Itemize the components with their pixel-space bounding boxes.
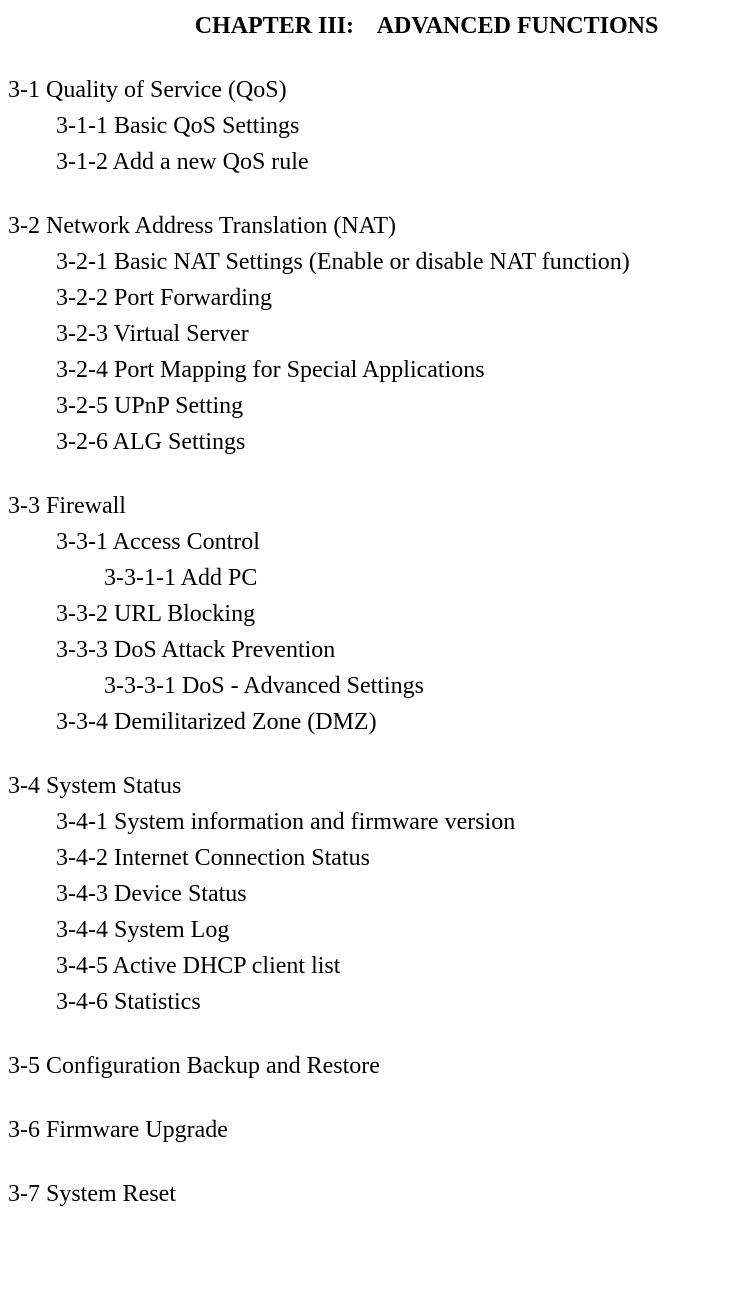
toc-entry: 3-2-1 Basic NAT Settings (Enable or disa… — [8, 244, 745, 280]
section-heading: 3-4 System Status — [8, 768, 745, 804]
section-3-6: 3-6 Firmware Upgrade — [8, 1112, 745, 1148]
toc-entry: 3-2-6 ALG Settings — [8, 424, 745, 460]
toc-entry: 3-4-2 Internet Connection Status — [8, 840, 745, 876]
toc-entry: 3-4-5 Active DHCP client list — [8, 948, 745, 984]
toc-entry: 3-4-3 Device Status — [8, 876, 745, 912]
section-heading: 3-1 Quality of Service (QoS) — [8, 72, 745, 108]
section-heading: 3-2 Network Address Translation (NAT) — [8, 208, 745, 244]
section-3-3: 3-3 Firewall 3-3-1 Access Control 3-3-1-… — [8, 488, 745, 740]
toc-entry: 3-1-2 Add a new QoS rule — [8, 144, 745, 180]
section-3-2: 3-2 Network Address Translation (NAT) 3-… — [8, 208, 745, 460]
toc-entry: 3-2-2 Port Forwarding — [8, 280, 745, 316]
toc-entry: 3-4-4 System Log — [8, 912, 745, 948]
toc-entry: 3-3-4 Demilitarized Zone (DMZ) — [8, 704, 745, 740]
toc-entry: 3-3-2 URL Blocking — [8, 596, 745, 632]
toc-entry: 3-2-5 UPnP Setting — [8, 388, 745, 424]
section-3-5: 3-5 Configuration Backup and Restore — [8, 1048, 745, 1084]
toc-entry: 3-2-4 Port Mapping for Special Applicati… — [8, 352, 745, 388]
section-heading: 3-6 Firmware Upgrade — [8, 1112, 745, 1148]
toc-entry: 3-4-1 System information and firmware ve… — [8, 804, 745, 840]
toc-entry: 3-3-3 DoS Attack Prevention — [8, 632, 745, 668]
toc-entry: 3-4-6 Statistics — [8, 984, 745, 1020]
chapter-title: CHAPTER III: ADVANCED FUNCTIONS — [8, 8, 745, 44]
section-heading: 3-5 Configuration Backup and Restore — [8, 1048, 745, 1084]
section-3-1: 3-1 Quality of Service (QoS) 3-1-1 Basic… — [8, 72, 745, 180]
toc-entry: 3-2-3 Virtual Server — [8, 316, 745, 352]
section-heading: 3-7 System Reset — [8, 1176, 745, 1212]
section-heading: 3-3 Firewall — [8, 488, 745, 524]
toc-entry: 3-1-1 Basic QoS Settings — [8, 108, 745, 144]
toc-entry: 3-3-3-1 DoS - Advanced Settings — [8, 668, 745, 704]
section-3-4: 3-4 System Status 3-4-1 System informati… — [8, 768, 745, 1020]
section-3-7: 3-7 System Reset — [8, 1176, 745, 1212]
toc-entry: 3-3-1 Access Control — [8, 524, 745, 560]
toc-entry: 3-3-1-1 Add PC — [8, 560, 745, 596]
